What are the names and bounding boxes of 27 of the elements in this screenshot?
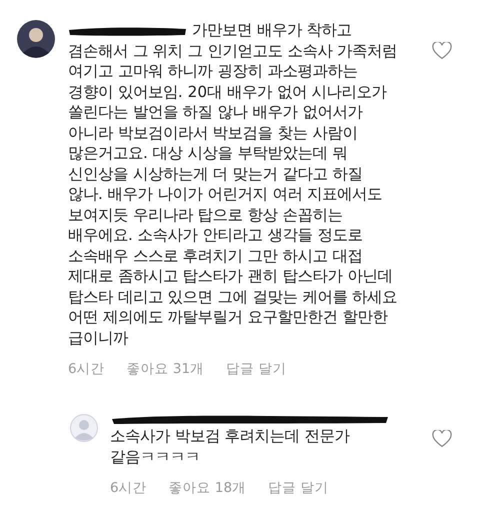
comment-text: 겸손해서 그 위치 그 인기얻고도 소속사 가족처럼 xyxy=(68,42,398,60)
comment-text: 같음ㅋㅋㅋㅋ xyxy=(110,448,200,466)
comment-text: 소속사가 박보검 후려치는데 전문가 xyxy=(110,427,350,445)
comment-time: 6시간 xyxy=(110,479,147,497)
comment-text: 급이니까 xyxy=(68,328,128,346)
comment-text: 쏠린다는 발언을 하질 않나 배우가 없어서가 xyxy=(68,103,362,121)
comment-text: 제대로 좀하시고 탑스타가 괜히 탑스타가 아닌데 xyxy=(68,267,392,285)
comment-text: 여기고 고마워 하니까 굉장히 과소평과하는 xyxy=(68,62,358,80)
comment-text: 않나. 배우가 나이가 어린거지 여러 지표에서도 xyxy=(68,185,382,203)
comment-text: 배우에요. 소속사가 안티라고 생각들 정도로 xyxy=(68,226,362,244)
comment-text: 많은거고요. 대상 시상을 부탁받았는데 뭐 xyxy=(68,144,348,162)
avatar-icon[interactable] xyxy=(17,20,55,58)
comment-text: 보여지듯 우리나라 탑으로 항상 손꼽히는 xyxy=(68,206,342,224)
comment-text: 소속배우 스스로 후려치기 그만 하시고 대접 xyxy=(68,246,362,264)
comment-text: 경향이 있어보임. 20대 배우가 없어 시나리오가 xyxy=(68,82,387,100)
comment-time: 6시간 xyxy=(68,360,105,378)
heart-icon[interactable] xyxy=(432,430,452,448)
comment-text: 신인상을 시상하는게 더 맞는거 같다고 하질 xyxy=(68,164,362,182)
comment-text: 아니라 박보검이라서 박보검을 찾는 사람이 xyxy=(68,124,358,142)
reply-link[interactable]: 답글 달기 xyxy=(268,479,328,497)
likes-link[interactable]: 좋아요 18개 xyxy=(168,479,246,497)
comment-text: 어떤 제의에도 까탈부릴거 요구할만한건 할만한 xyxy=(68,308,388,326)
comment-text: 탑스타 데리고 있으면 그에 걸맞는 케어를 하세요 xyxy=(68,288,398,306)
comment-text: 가만보면 배우가 착하고 xyxy=(192,21,352,39)
likes-link[interactable]: 좋아요 31개 xyxy=(126,360,204,378)
reply-link[interactable]: 답글 달기 xyxy=(226,360,286,378)
heart-icon[interactable] xyxy=(432,42,452,60)
